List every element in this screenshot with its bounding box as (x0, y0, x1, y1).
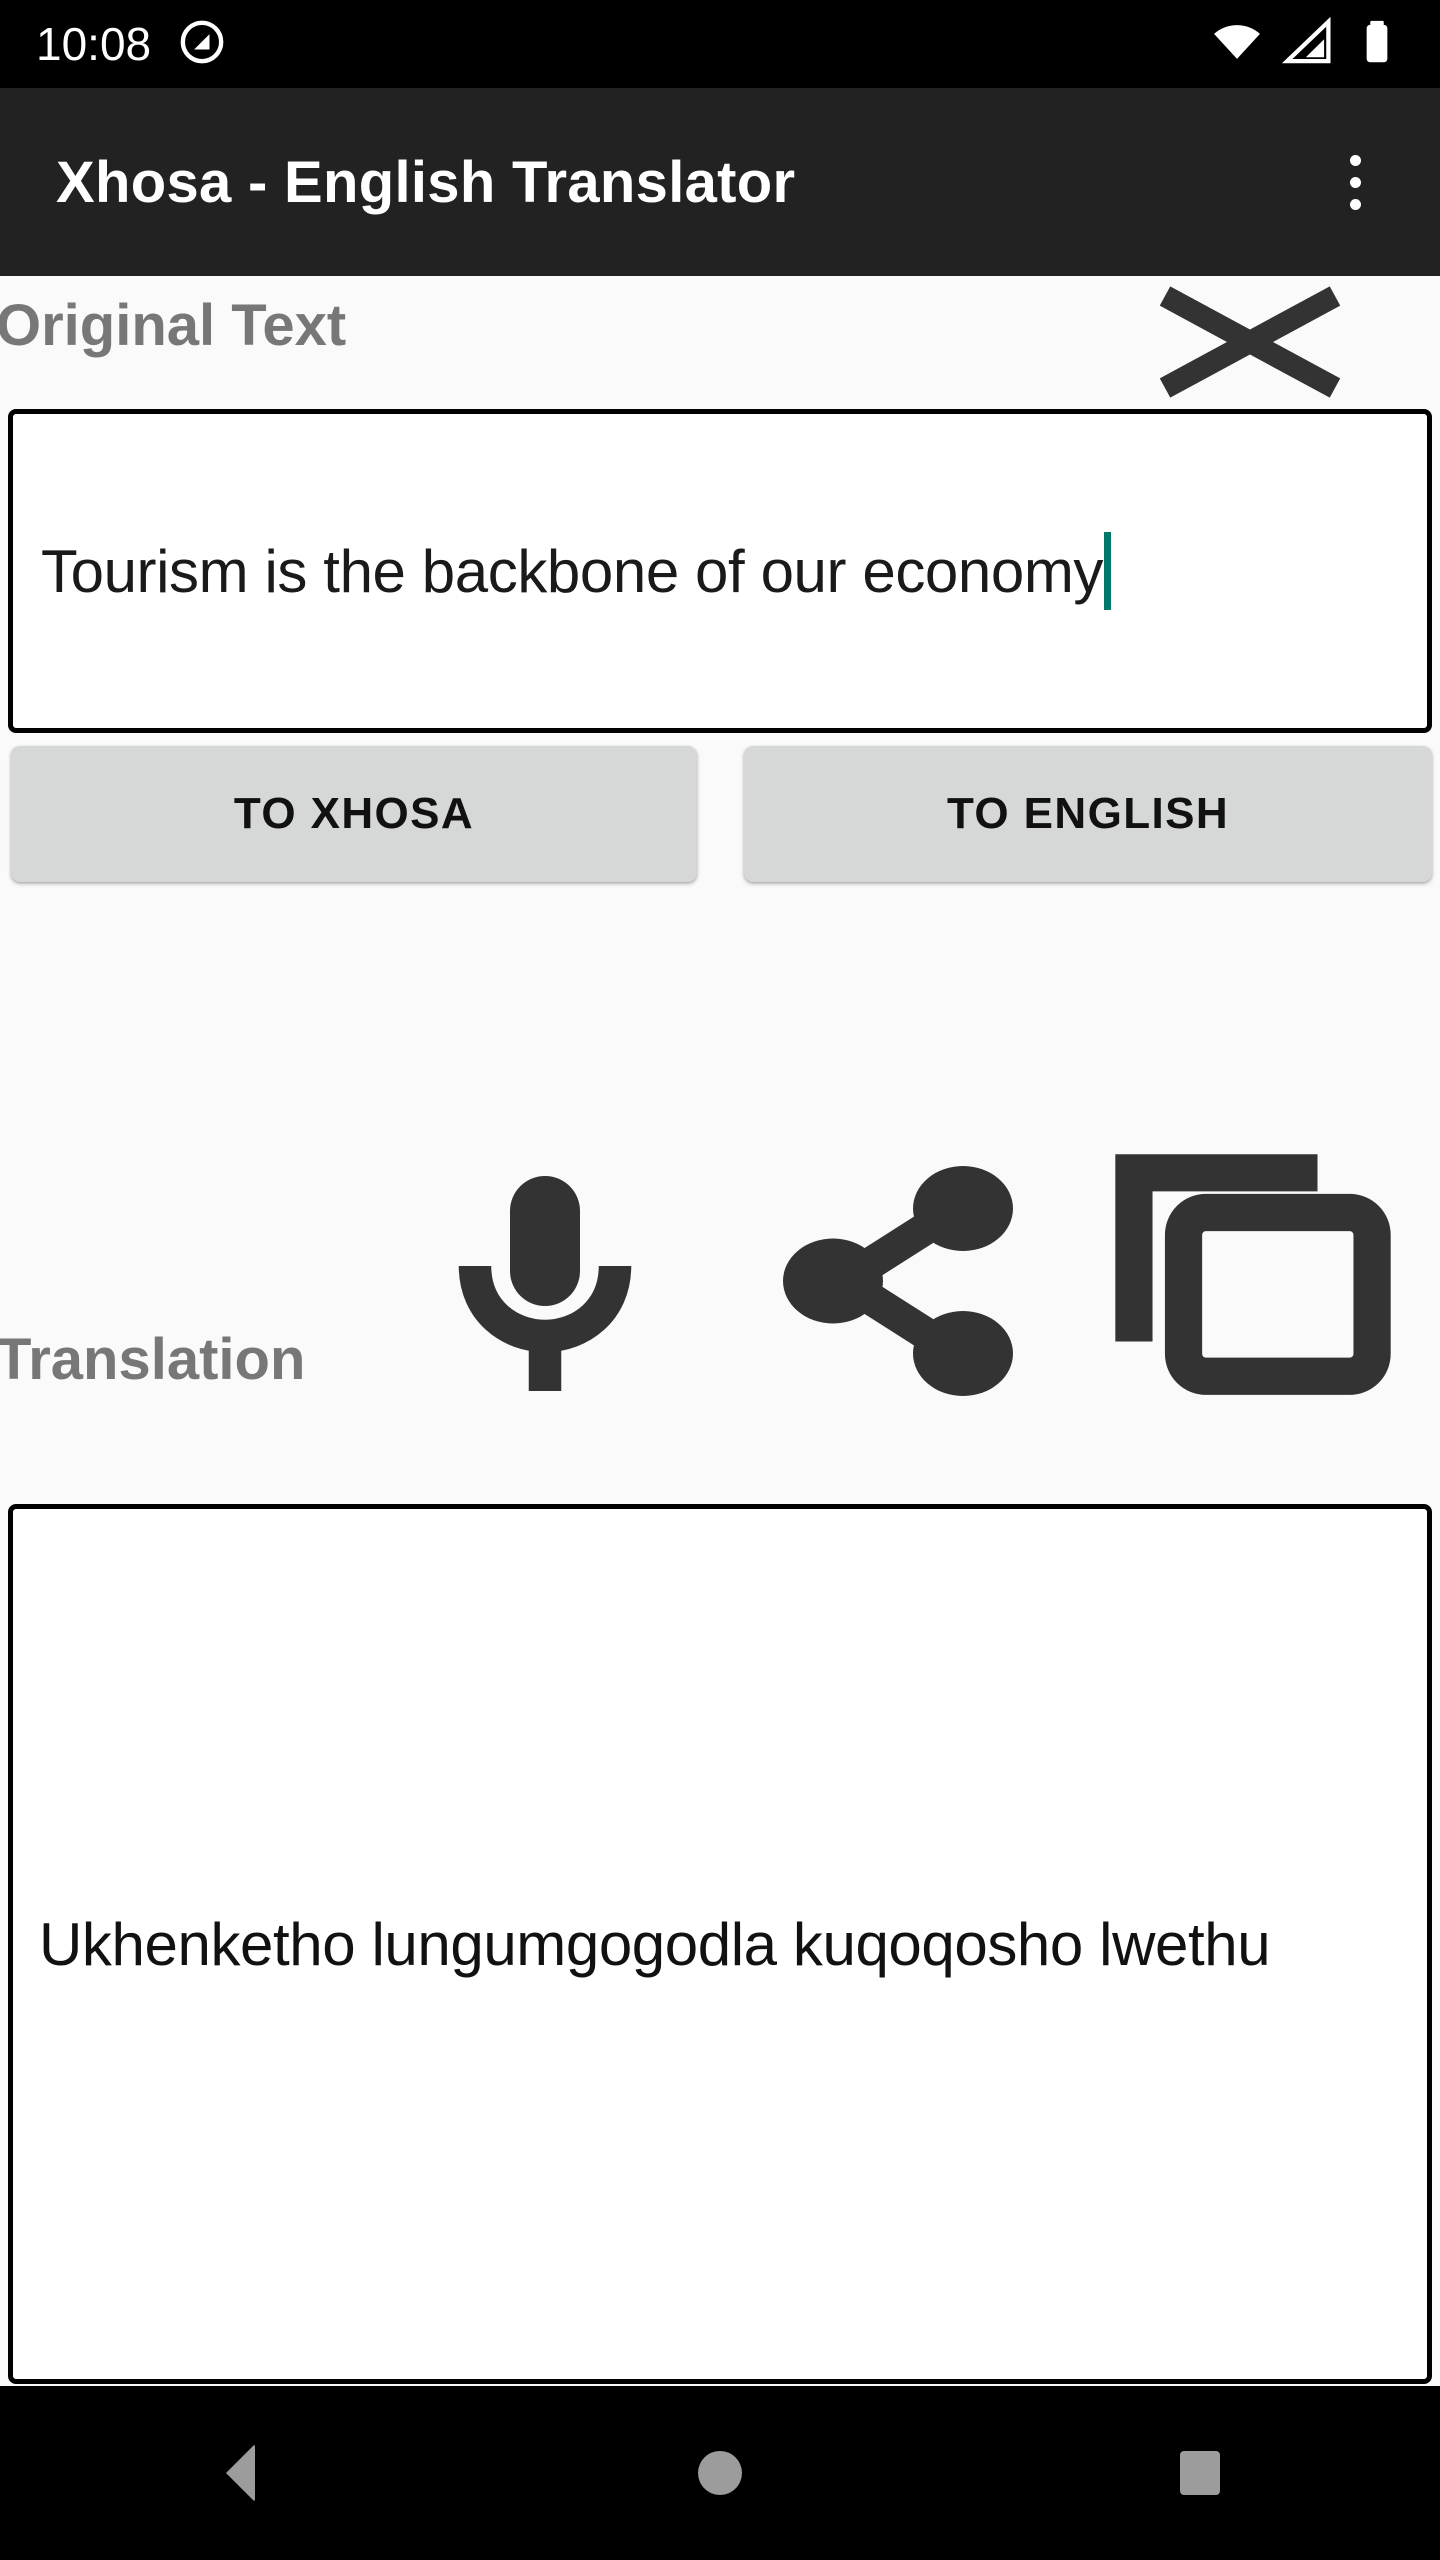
translation-label: Translation (0, 1327, 306, 1392)
more-options-icon[interactable] (1310, 127, 1400, 237)
original-text-input[interactable]: Tourism is the backbone of our economy (8, 409, 1432, 733)
wifi-icon (1210, 15, 1264, 74)
to-english-button[interactable]: TO ENGLISH (744, 746, 1432, 882)
microphone-icon[interactable] (420, 1156, 670, 1406)
back-nav-icon[interactable] (0, 2386, 480, 2560)
copy-icon[interactable] (1108, 1148, 1398, 1406)
status-clock: 10:08 (36, 18, 152, 70)
home-nav-icon[interactable] (480, 2386, 960, 2560)
text-caret (1104, 532, 1112, 610)
close-icon[interactable] (1155, 276, 1345, 410)
original-text-header: Original Text (0, 276, 1440, 410)
app-bar: Xhosa - English Translator (0, 88, 1440, 276)
original-text-label: Original Text (0, 293, 347, 358)
translation-output[interactable]: Ukhenketho lungumgogodla kuqoqosho lweth… (8, 1504, 1432, 2384)
main-content: Original Text Tourism is the backbone of… (0, 276, 1440, 2386)
original-text-value: Tourism is the backbone of our economy (41, 537, 1104, 605)
battery-icon (1350, 15, 1404, 74)
menu-dot-3 (1349, 198, 1361, 210)
back-triangle (225, 2444, 255, 2502)
do-not-disturb-icon (177, 17, 227, 72)
to-xhosa-button[interactable]: TO XHOSA (11, 746, 697, 882)
phone-screen: 10:08 Xhosa - English Translator Origina… (0, 0, 1440, 2560)
translation-output-value: Ukhenketho lungumgogodla kuqoqosho lweth… (39, 1910, 1271, 1978)
status-system-icons (1210, 15, 1404, 74)
recents-square (1180, 2451, 1220, 2495)
translation-output-inner: Ukhenketho lungumgogodla kuqoqosho lweth… (39, 1509, 1409, 2379)
recents-nav-icon[interactable] (960, 2386, 1440, 2560)
page-title: Xhosa - English Translator (56, 149, 796, 215)
menu-dot-2 (1349, 176, 1361, 188)
home-circle (698, 2451, 742, 2495)
share-icon[interactable] (768, 1156, 1028, 1406)
status-bar: 10:08 (0, 0, 1440, 88)
translate-buttons-row: TO XHOSA TO ENGLISH (0, 746, 1440, 886)
android-navigation-bar (0, 2386, 1440, 2560)
menu-dot-1 (1349, 154, 1361, 166)
translation-header: Translation (0, 1154, 1440, 1502)
cellular-signal-icon (1280, 15, 1334, 74)
status-notification-icons (177, 17, 227, 72)
original-text-input-inner: Tourism is the backbone of our economy (41, 414, 1409, 728)
